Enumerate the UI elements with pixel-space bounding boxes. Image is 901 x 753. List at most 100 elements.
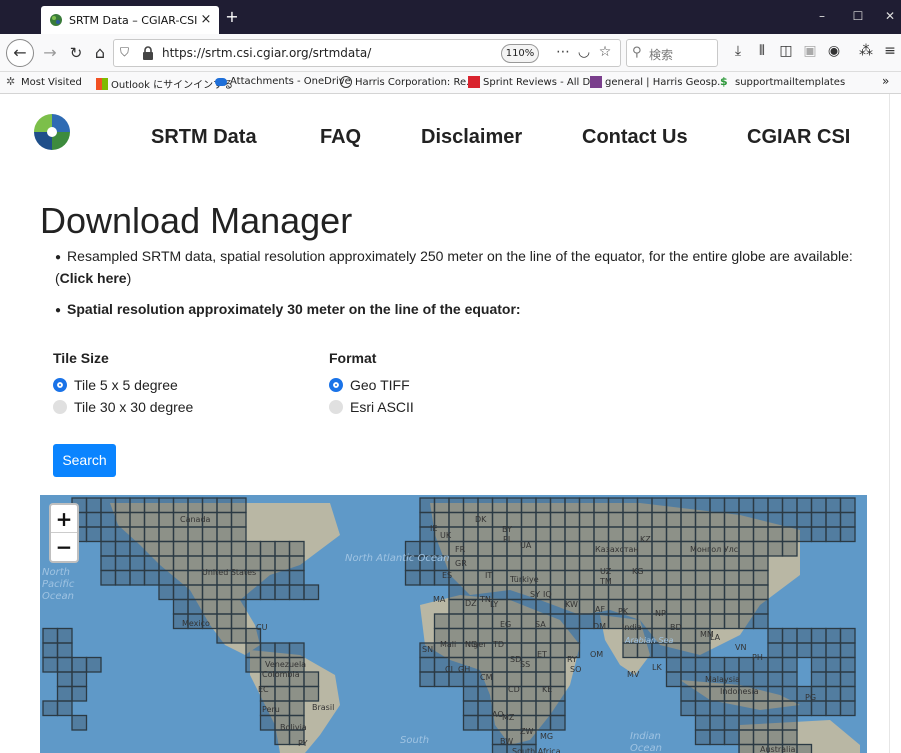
srtm-tile[interactable] [230,627,247,644]
srtm-tile[interactable] [549,540,566,557]
srtm-tile[interactable] [42,700,59,717]
srtm-tile[interactable] [796,700,813,717]
srtm-tile[interactable] [549,497,566,514]
srtm-tile[interactable] [564,540,581,557]
srtm-tile[interactable] [477,497,494,514]
srtm-tile[interactable] [230,540,247,557]
srtm-tile[interactable] [796,743,813,753]
srtm-tile[interactable] [274,729,291,746]
srtm-tile[interactable] [694,497,711,514]
srtm-tile[interactable] [752,526,769,543]
srtm-tile[interactable] [245,584,262,601]
cgiar-logo-icon[interactable] [32,112,72,152]
srtm-tile[interactable] [752,569,769,586]
srtm-tile[interactable] [274,555,291,572]
srtm-tile[interactable] [607,526,624,543]
srtm-tile[interactable] [535,656,552,673]
srtm-tile[interactable] [172,526,189,543]
srtm-tile[interactable] [129,526,146,543]
srtm-tile[interactable] [796,627,813,644]
download-icon[interactable]: ⤓ [728,43,748,59]
srtm-tile[interactable] [680,584,697,601]
srtm-tile[interactable] [158,526,175,543]
srtm-tile[interactable] [520,511,537,528]
account-icon[interactable]: ◉ [824,43,844,59]
srtm-tile[interactable] [709,555,726,572]
srtm-tile[interactable] [143,526,160,543]
srtm-tile[interactable] [129,511,146,528]
srtm-tile[interactable] [42,656,59,673]
srtm-tile[interactable] [723,729,740,746]
srtm-tile[interactable] [216,540,233,557]
srtm-tile[interactable] [738,584,755,601]
srtm-tile[interactable] [694,598,711,615]
srtm-tile[interactable] [810,656,827,673]
srtm-tile[interactable] [172,555,189,572]
srtm-tile[interactable] [462,700,479,717]
srtm-tile[interactable] [825,656,842,673]
srtm-tile[interactable] [578,555,595,572]
srtm-tile[interactable] [665,569,682,586]
srtm-tile[interactable] [825,685,842,702]
srtm-tile[interactable] [491,569,508,586]
srtm-tile[interactable] [404,569,421,586]
srtm-tile[interactable] [680,497,697,514]
srtm-tile[interactable] [71,671,88,688]
srtm-tile[interactable] [723,714,740,731]
srtm-tile[interactable] [839,627,856,644]
srtm-tile[interactable] [230,598,247,615]
new-tab-button[interactable]: + [222,7,242,27]
srtm-tile[interactable] [752,598,769,615]
srtm-tile[interactable] [71,714,88,731]
srtm-tile[interactable] [303,685,320,702]
srtm-tile[interactable] [607,584,624,601]
srtm-tile[interactable] [129,555,146,572]
srtm-tile[interactable] [288,569,305,586]
srtm-tile[interactable] [549,685,566,702]
srtm-tile[interactable] [651,569,668,586]
srtm-tile[interactable] [564,584,581,601]
radio-selected-icon[interactable] [329,378,343,392]
srtm-tile[interactable] [694,511,711,528]
url-bar[interactable]: ⛉ https://srtm.csi.cgiar.org/srtmdata/ 1… [113,39,621,67]
esri-ascii-radio[interactable]: Esri ASCII [329,399,414,415]
srtm-tile[interactable] [85,497,102,514]
srtm-tile[interactable] [767,714,784,731]
srtm-tile[interactable] [448,497,465,514]
srtm-tile[interactable] [578,497,595,514]
srtm-tile[interactable] [738,729,755,746]
srtm-tile[interactable] [622,497,639,514]
srtm-tile[interactable] [56,685,73,702]
bookmark-general[interactable]: general | Harris Geosp... [590,76,727,88]
srtm-tile[interactable] [259,569,276,586]
close-window-button[interactable]: ✕ [880,9,900,23]
srtm-tile[interactable] [158,497,175,514]
srtm-tile[interactable] [274,569,291,586]
srtm-tile[interactable] [100,526,117,543]
srtm-tile[interactable] [593,526,610,543]
srtm-tile[interactable] [694,729,711,746]
srtm-tile[interactable] [665,540,682,557]
srtm-tile[interactable] [636,598,653,615]
srtm-tile[interactable] [506,497,523,514]
srtm-tile[interactable] [448,584,465,601]
srtm-tile[interactable] [433,497,450,514]
zoom-in-button[interactable]: + [51,505,77,533]
srtm-tile[interactable] [651,526,668,543]
srtm-tile[interactable] [767,540,784,557]
srtm-tile[interactable] [680,685,697,702]
srtm-tile[interactable] [680,627,697,644]
srtm-tile[interactable] [216,511,233,528]
srtm-tile[interactable] [564,627,581,644]
srtm-tile[interactable] [781,497,798,514]
srtm-tile[interactable] [462,685,479,702]
nav-contact-us[interactable]: Contact Us [582,126,688,149]
srtm-tile[interactable] [462,671,479,688]
srtm-tile[interactable] [839,497,856,514]
srtm-tile[interactable] [694,526,711,543]
srtm-tile[interactable] [709,584,726,601]
srtm-tile[interactable] [71,685,88,702]
srtm-tile[interactable] [564,569,581,586]
srtm-tile[interactable] [738,526,755,543]
tracking-shield-icon[interactable]: ⛉ [120,45,136,60]
